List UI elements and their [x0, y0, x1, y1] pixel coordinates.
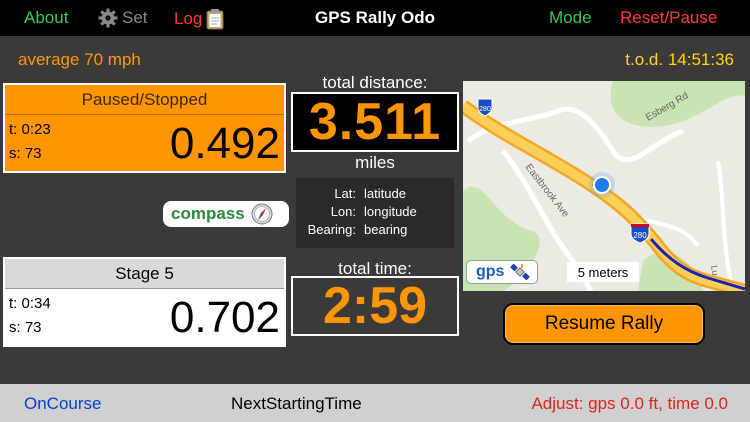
compass-button[interactable]: compass [163, 201, 289, 227]
lon-value: longitude [364, 204, 417, 219]
total-time-display: 2:59 [291, 276, 459, 336]
paused-speed: s: 73 [9, 145, 42, 162]
highway-label: 280 [633, 231, 647, 240]
time-of-day: t.o.d. 14:51:36 [625, 50, 734, 69]
distance-unit: miles [355, 153, 395, 172]
gps-button[interactable]: gps [466, 260, 538, 284]
total-distance-value: 3.511 [308, 93, 442, 151]
bottom-bar: OnCourse NextStartingTime Adjust: gps 0.… [0, 384, 750, 422]
oncourse-button[interactable]: OnCourse [24, 394, 101, 414]
highway-label: 280 [479, 106, 491, 113]
satellite-icon [510, 263, 531, 281]
stage-box[interactable]: Stage 5 t: 0:34 s: 73 0.702 [3, 257, 286, 347]
paused-distance: 0.492 [169, 119, 280, 168]
paused-stopped-title: Paused/Stopped [5, 85, 284, 115]
total-time-value: 2:59 [322, 277, 428, 335]
lon-label: Lon: [330, 204, 356, 219]
total-distance-label: total distance: [322, 73, 428, 92]
compass-label: compass [171, 204, 245, 223]
bearing-label: Bearing: [307, 222, 356, 237]
reset-pause-button[interactable]: Reset/Pause [620, 8, 717, 28]
top-bar: About Set Log GPS Rally Odo Mode Reset/P… [0, 0, 750, 36]
bearing-value: bearing [364, 222, 408, 237]
bearing-row: Bearing: bearing [296, 222, 454, 240]
mode-button[interactable]: Mode [549, 8, 592, 28]
stage-time: t: 0:34 [9, 295, 51, 312]
map-view[interactable]: 280 280 Esberg Rd Eastbrook Ave Lu gps 5… [463, 81, 745, 291]
lat-row: Lat: latitude [296, 186, 454, 204]
lat-value: latitude [364, 186, 406, 201]
average-speed: average 70 mph [18, 50, 141, 69]
gps-label: gps [476, 263, 505, 280]
compass-icon [251, 203, 273, 225]
adjust-button[interactable]: Adjust: gps 0.0 ft, time 0.0 [531, 394, 728, 414]
road-label: Lu [709, 265, 721, 277]
current-location-dot [595, 178, 609, 192]
stage-distance: 0.702 [169, 293, 280, 342]
paused-stopped-box[interactable]: Paused/Stopped t: 0:23 s: 73 0.492 [3, 83, 286, 173]
paused-time: t: 0:23 [9, 121, 51, 138]
total-distance-display: 3.511 [291, 92, 459, 152]
next-starting-time-button[interactable]: NextStartingTime [231, 394, 362, 414]
stage-speed: s: 73 [9, 319, 42, 336]
stage-title: Stage 5 [5, 259, 284, 289]
stage-body: t: 0:34 s: 73 0.702 [5, 289, 284, 345]
paused-stopped-body: t: 0:23 s: 73 0.492 [5, 115, 284, 171]
lat-label: Lat: [334, 186, 356, 201]
map-scale: 5 meters [567, 262, 639, 282]
resume-rally-button[interactable]: Resume Rally [503, 303, 705, 345]
lon-row: Lon: longitude [296, 204, 454, 222]
coordinates-panel: Lat: latitude Lon: longitude Bearing: be… [296, 178, 454, 248]
